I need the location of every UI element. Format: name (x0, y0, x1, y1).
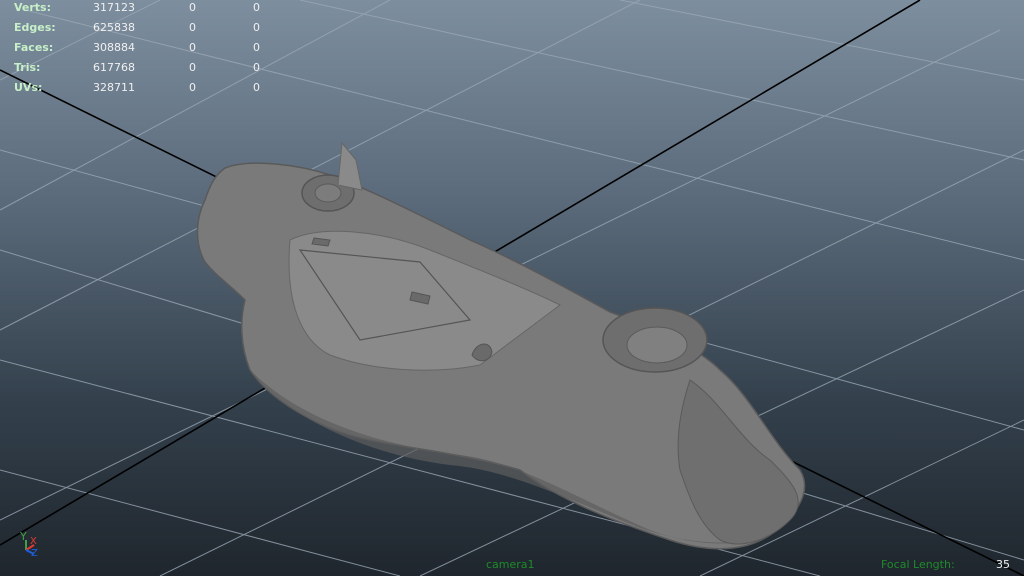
front-badge (311, 237, 331, 247)
axis-z-label: Z (31, 548, 38, 559)
viewport-3d[interactable]: Y X Z Verts: 317123 0 0 Edges: 625838 0 … (0, 0, 1024, 576)
hud-value-edges-component: 0 (253, 21, 260, 34)
hud-value-uvs-selected: 0 (189, 81, 196, 94)
hud-value-tris-selected: 0 (189, 61, 196, 74)
hud-value-uvs-total: 328711 (93, 81, 135, 94)
hud-row-tris: Tris: 617768 0 0 (0, 61, 280, 77)
focal-length-label: Focal Length: (881, 558, 955, 571)
hud-value-edges-selected: 0 (189, 21, 196, 34)
focal-length-value: 35 (996, 558, 1010, 571)
hud-row-faces: Faces: 308884 0 0 (0, 41, 280, 57)
hud-value-tris-total: 617768 (93, 61, 135, 74)
hud-value-verts-component: 0 (253, 1, 260, 14)
hud-value-faces-component: 0 (253, 41, 260, 54)
camera-name-label: camera1 (486, 558, 535, 571)
hud-label-edges: Edges: (14, 21, 56, 34)
hud-label-faces: Faces: (14, 41, 54, 54)
hud-value-edges-total: 625838 (93, 21, 135, 34)
hud-value-tris-component: 0 (253, 61, 260, 74)
hud-value-verts-selected: 0 (189, 1, 196, 14)
hud-value-uvs-component: 0 (253, 81, 260, 94)
rear-wheel-hub (626, 326, 688, 364)
hud-label-tris: Tris: (14, 61, 41, 74)
axis-y-label: Y (19, 530, 27, 543)
hud-row-edges: Edges: 625838 0 0 (0, 21, 280, 37)
hud-value-verts-total: 317123 (93, 1, 135, 14)
hud-value-faces-total: 308884 (93, 41, 135, 54)
front-wheel-hub (314, 183, 342, 203)
axis-x-label: X (30, 536, 37, 547)
car-model-mesh[interactable] (196, 141, 806, 550)
view-axis-gizmo: Y X Z (19, 530, 38, 559)
hud-label-verts: Verts: (14, 1, 52, 14)
hud-label-uvs: UVs: (14, 81, 43, 94)
hud-row-verts: Verts: 317123 0 0 (0, 1, 280, 17)
hud-value-faces-selected: 0 (189, 41, 196, 54)
hud-row-uvs: UVs: 328711 0 0 (0, 81, 280, 97)
